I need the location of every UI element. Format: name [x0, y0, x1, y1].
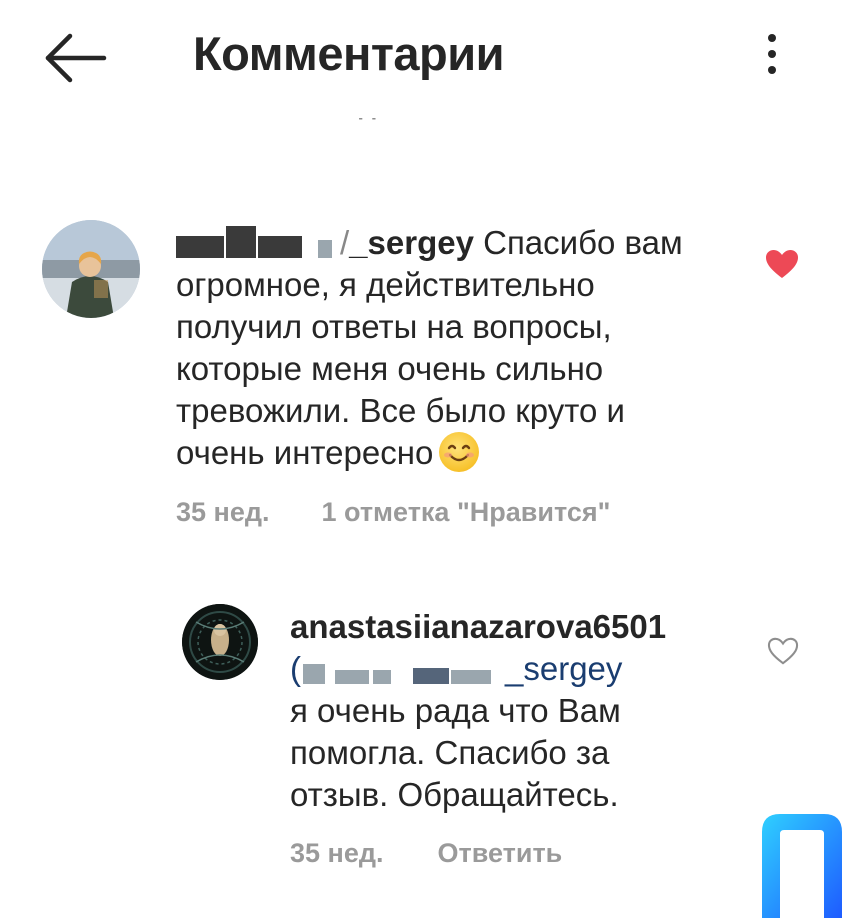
more-options-icon[interactable]	[754, 28, 790, 80]
comment-meta: 35 нед. 1 отметка "Нравится"	[176, 497, 610, 528]
comment-text-line: получил ответы на вопросы,	[176, 308, 612, 345]
comment-text-line: которые меня очень сильно	[176, 350, 604, 387]
commenter-username[interactable]: /_sergey	[176, 224, 474, 261]
heart-outline-icon	[767, 637, 799, 665]
comment-body: /_sergey Спасибо вам огромное, я действи…	[176, 222, 756, 474]
watermark-logo	[756, 810, 848, 918]
redaction-block	[258, 236, 302, 258]
reply-text-line: я очень рада что Вам	[290, 692, 621, 729]
comment-text-line: тревожили. Все было круто и	[176, 392, 625, 429]
reply-author-avatar[interactable]	[182, 604, 258, 680]
reply-mention[interactable]: ( _sergey	[290, 648, 740, 690]
back-arrow-icon	[45, 33, 107, 83]
reply-author-username[interactable]: anastasiianazarova6501	[290, 606, 740, 648]
reply-text-line: помогла. Спасибо за	[290, 734, 610, 771]
comment-first-line: /_sergey Спасибо вам	[176, 222, 756, 264]
comment-text-line: очень интересно	[176, 434, 434, 471]
smiling-face-emoji-icon	[439, 432, 480, 472]
mention-username-visible: _sergey	[505, 650, 623, 687]
back-button[interactable]	[38, 30, 110, 86]
comment-like-button[interactable]	[764, 248, 800, 280]
reply-meta: 35 нед. Ответить	[290, 838, 562, 869]
reply-button[interactable]: Ответить	[438, 838, 563, 868]
reply-time: 35 нед.	[290, 838, 384, 868]
redaction-block	[226, 226, 256, 258]
comment-text-line: Спасибо вам	[483, 224, 683, 261]
comments-screen: Комментарии 34 нед.Ответить /_sergey Спа…	[0, 0, 857, 920]
commenter-avatar[interactable]	[42, 220, 140, 318]
mention-open-paren: (	[290, 650, 301, 687]
redaction-block	[176, 236, 224, 258]
redaction-block	[318, 240, 332, 258]
redaction-block	[373, 670, 391, 684]
reply-like-button[interactable]	[766, 636, 800, 666]
commenter-username-visible: _sergey	[349, 224, 474, 261]
redaction-block	[335, 670, 369, 684]
redaction-block	[413, 668, 449, 684]
redaction-slash: /	[340, 224, 350, 261]
redaction-block	[303, 664, 325, 684]
comment-text-line: огромное, я действительно	[176, 266, 595, 303]
reply-body: anastasiianazarova6501 ( _sergey я очень …	[290, 606, 740, 816]
redaction-block	[451, 670, 491, 684]
reply-text-line: отзыв. Обращайтесь.	[290, 776, 619, 813]
heart-filled-icon	[766, 250, 798, 278]
comment-time: 35 нед.	[176, 497, 270, 527]
comment-last-line: очень интересно	[176, 432, 756, 474]
header-bar: Комментарии	[0, 0, 857, 118]
comment-likes-count[interactable]: 1 отметка "Нравится"	[322, 497, 611, 527]
page-title: Комментарии	[193, 27, 505, 80]
